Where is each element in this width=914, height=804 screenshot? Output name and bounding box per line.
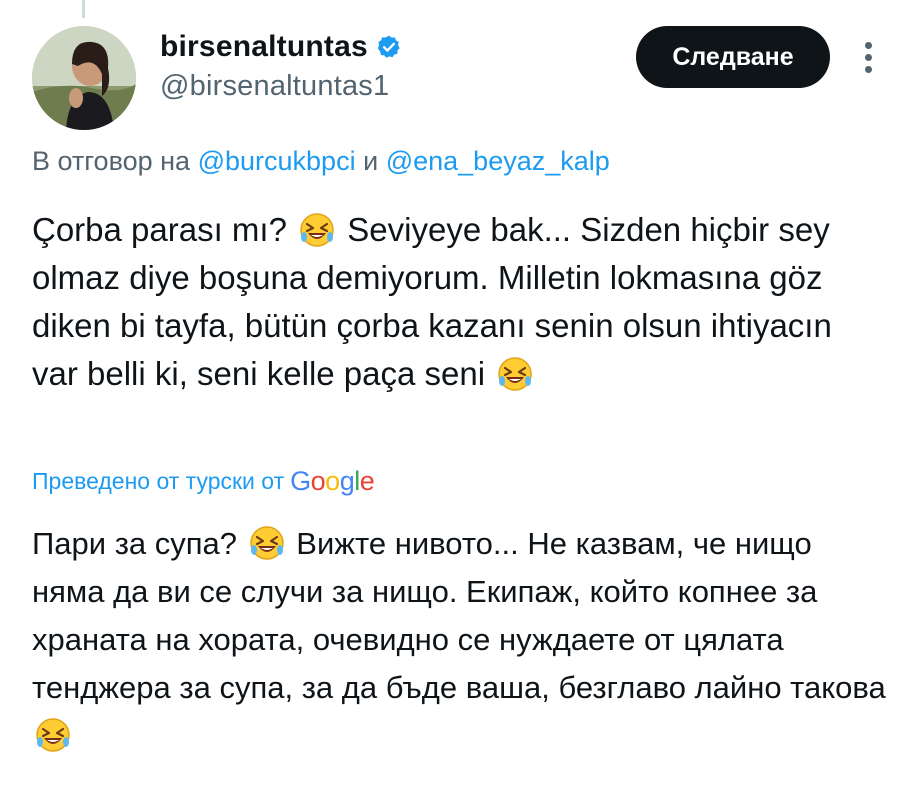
mention-link-burcukbpci[interactable]: @burcukbpci xyxy=(198,146,356,176)
rofl-emoji-icon xyxy=(300,212,335,248)
reply-context: В отговор на @burcukbpci и @ena_beyaz_ka… xyxy=(32,146,610,177)
user-handle[interactable]: @birsenaltuntas1 xyxy=(160,70,402,103)
translated-tweet-text: Пари за супа? Вижте нивото... Не казвам,… xyxy=(32,520,892,760)
tweet-text: Çorba parası mı? Seviyeye bak... Sizden … xyxy=(32,206,872,398)
tweet-text-part-1: Çorba parası mı? xyxy=(32,211,287,248)
verified-badge-icon xyxy=(376,34,402,60)
google-logo: Google xyxy=(290,466,375,496)
translation-label: Преведено от турски от xyxy=(32,468,285,494)
user-info: birsenaltuntas @birsenaltuntas1 xyxy=(160,30,402,103)
translation-attribution[interactable]: Преведено от турски от Google xyxy=(32,466,375,497)
reply-conjunction: и xyxy=(363,146,379,176)
display-name[interactable]: birsenaltuntas xyxy=(160,30,368,64)
more-vertical-icon[interactable] xyxy=(857,42,879,78)
thread-connector-line xyxy=(82,0,85,18)
rofl-emoji-icon xyxy=(498,356,533,392)
translation-part-1: Пари за супа? xyxy=(32,526,238,561)
rofl-emoji-icon xyxy=(35,717,71,753)
follow-button[interactable]: Следване xyxy=(636,26,830,88)
rofl-emoji-icon xyxy=(249,525,284,561)
avatar[interactable] xyxy=(32,26,136,130)
mention-link-ena-beyaz-kalp[interactable]: @ena_beyaz_kalp xyxy=(386,146,610,176)
reply-prefix: В отговор на xyxy=(32,146,191,176)
